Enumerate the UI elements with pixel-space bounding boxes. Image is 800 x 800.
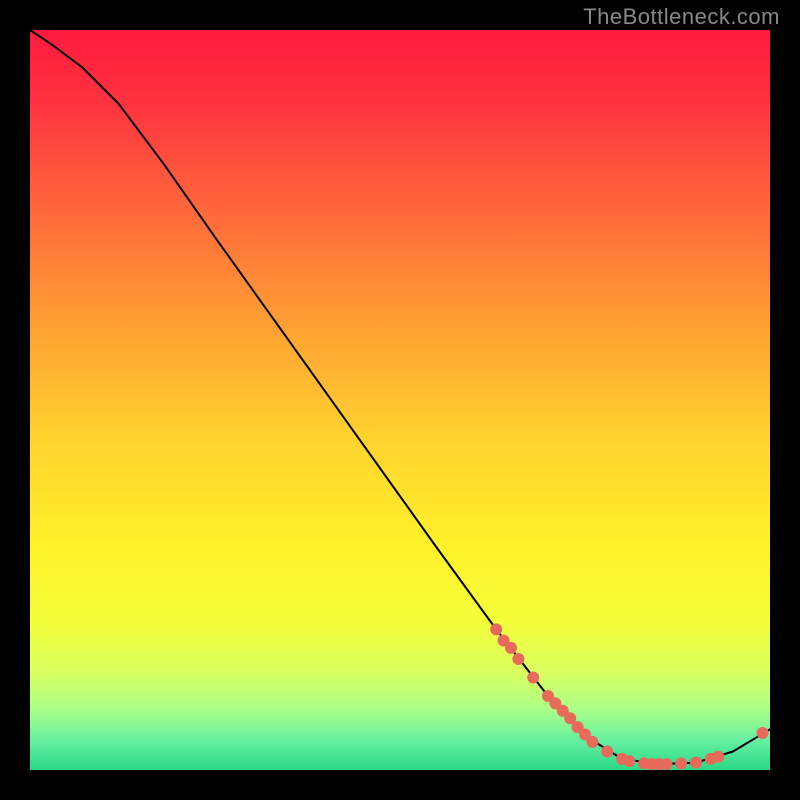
watermark-text: TheBottleneck.com (583, 4, 780, 30)
data-dot (757, 727, 769, 739)
data-dot (712, 751, 724, 763)
data-dot (675, 757, 687, 769)
gradient-background (30, 30, 770, 770)
chart-frame: TheBottleneck.com (0, 0, 800, 800)
data-dot (505, 642, 517, 654)
data-dot (490, 623, 502, 635)
data-dot (527, 672, 539, 684)
data-dot (623, 755, 635, 767)
data-dot (690, 757, 702, 769)
data-dot (586, 736, 598, 748)
data-dot (601, 746, 613, 758)
data-dot (660, 758, 672, 770)
plot-area (30, 30, 770, 770)
data-dot (512, 653, 524, 665)
chart-svg (30, 30, 770, 770)
